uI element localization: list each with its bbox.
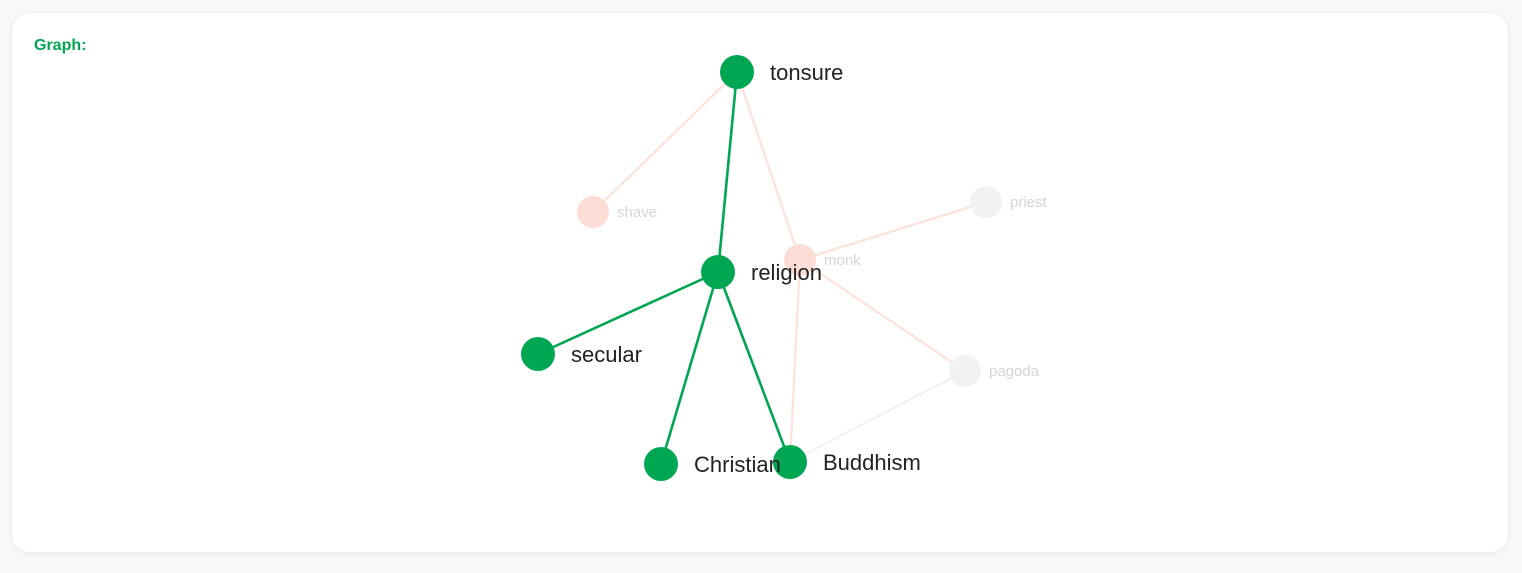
edge-tonsure-monk <box>735 70 802 262</box>
node-religion[interactable] <box>701 255 735 289</box>
graph-card: Graph: tonsure religion secular Christian Bu… <box>11 12 1509 553</box>
edge-tonsure-shave <box>591 70 739 214</box>
node-tonsure[interactable] <box>720 55 754 89</box>
node-shave[interactable] <box>577 196 609 228</box>
node-label-tonsure: tonsure <box>770 60 843 85</box>
node-label-religion: religion <box>751 260 822 285</box>
edge-monk-buddhism <box>788 258 802 464</box>
node-pagoda[interactable] <box>949 355 981 387</box>
node-label-christian: Christian <box>694 452 781 477</box>
node-label-priest: priest <box>1010 194 1048 211</box>
graph-canvas[interactable]: tonsure religion secular Christian Buddhism s… <box>12 13 1508 552</box>
edge-pagoda-buddhism <box>789 370 966 463</box>
node-label-buddhism: Buddhism <box>823 450 921 475</box>
node-label-secular: secular <box>571 342 642 367</box>
label-layer: tonsure religion secular Christian Buddhism s… <box>571 60 1048 477</box>
edge-religion-buddhism <box>716 270 792 464</box>
edge-religion-christian <box>659 270 720 466</box>
node-christian[interactable] <box>644 447 678 481</box>
edge-tonsure-religion <box>716 70 739 274</box>
node-priest[interactable] <box>970 186 1002 218</box>
edge-monk-pagoda <box>798 258 967 373</box>
node-label-pagoda: pagoda <box>989 363 1040 380</box>
node-label-monk: monk <box>824 252 861 269</box>
node-secular[interactable] <box>521 337 555 371</box>
node-label-shave: shave <box>617 204 657 221</box>
